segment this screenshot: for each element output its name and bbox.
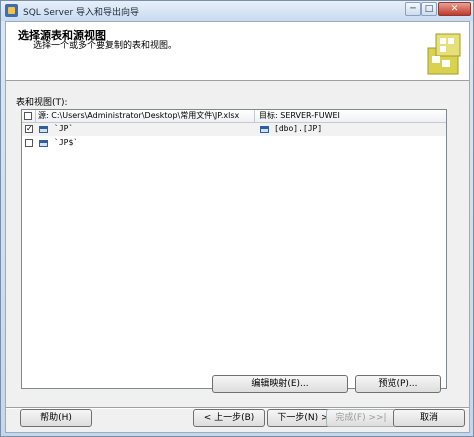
wizard-graphic-icon bbox=[427, 33, 461, 75]
table-row[interactable]: `JP$` bbox=[22, 137, 446, 150]
edit-mappings-button[interactable]: 编辑映射(E)... bbox=[212, 375, 348, 393]
destination-column-header[interactable]: 目标: SERVER-FUWEI bbox=[256, 110, 446, 122]
tables-views-label: 表和视图(T): bbox=[16, 98, 68, 108]
row-checkbox[interactable] bbox=[25, 139, 33, 147]
table-row[interactable]: ✓ `JP` [dbo].[JP] bbox=[22, 123, 446, 136]
wizard-window: SQL Server 导入和导出向导 ─ □ ✕ 选择源表和源视图 选择一个或多… bbox=[0, 0, 474, 437]
app-icon bbox=[5, 4, 18, 17]
wizard-client-area: 选择源表和源视图 选择一个或多个要复制的表和视图。 表和视图(T): 源: C:… bbox=[5, 21, 470, 433]
maximize-button[interactable]: □ bbox=[421, 2, 437, 16]
source-table-name: `JP` bbox=[54, 124, 74, 133]
minimize-button[interactable]: ─ bbox=[405, 2, 421, 16]
header-checkbox[interactable] bbox=[24, 112, 32, 120]
cancel-button[interactable]: 取消 bbox=[393, 409, 465, 427]
table-icon bbox=[39, 140, 48, 147]
table-icon bbox=[39, 126, 48, 133]
window-title: SQL Server 导入和导出向导 bbox=[23, 8, 140, 18]
preview-button[interactable]: 预览(P)... bbox=[355, 375, 441, 393]
page-subtitle: 选择一个或多个要复制的表和视图。 bbox=[33, 41, 178, 51]
source-column-header[interactable]: 源: C:\Users\Administrator\Desktop\常用文件\J… bbox=[35, 110, 255, 122]
wizard-header: 选择源表和源视图 选择一个或多个要复制的表和视图。 bbox=[6, 22, 469, 81]
close-button[interactable]: ✕ bbox=[438, 2, 471, 16]
tables-grid[interactable]: 源: C:\Users\Administrator\Desktop\常用文件\J… bbox=[21, 109, 447, 389]
help-button[interactable]: 帮助(H) bbox=[20, 409, 92, 427]
destination-table-name[interactable]: [dbo].[JP] bbox=[274, 124, 322, 133]
title-bar[interactable]: SQL Server 导入和导出向导 ─ □ ✕ bbox=[1, 1, 473, 21]
row-checkbox[interactable]: ✓ bbox=[25, 125, 33, 133]
back-button[interactable]: < 上一步(B) bbox=[193, 409, 265, 427]
grid-header: 源: C:\Users\Administrator\Desktop\常用文件\J… bbox=[22, 110, 446, 123]
finish-button[interactable]: 完成(F) >>| bbox=[326, 409, 396, 427]
select-all-checkbox[interactable] bbox=[22, 110, 36, 122]
table-icon bbox=[260, 126, 269, 133]
source-table-name: `JP$` bbox=[54, 138, 79, 147]
